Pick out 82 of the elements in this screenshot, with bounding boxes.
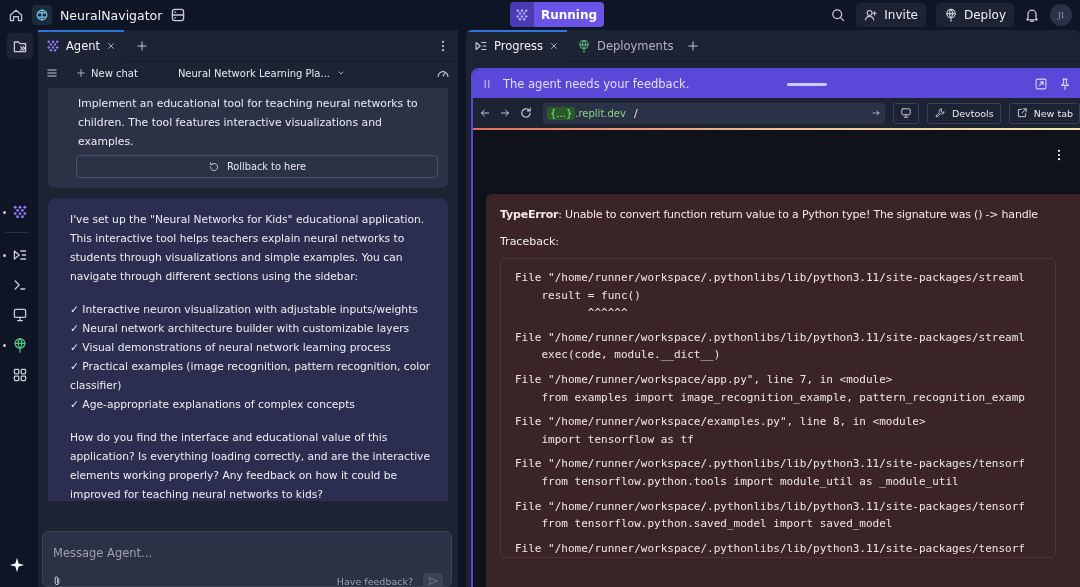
tab-label: Agent [66,38,101,53]
send-icon [427,575,439,587]
refresh-icon[interactable] [519,106,533,120]
code-line: File "/home/runner/workspace/.pythonlibs/lib/python3.11/site-packages/tensorf [515,456,1026,473]
agent-tab[interactable]: Agent [38,29,125,62]
panel-tab[interactable]: Deployments [569,30,682,62]
url-field[interactable]: {...} .replit.dev / [543,102,885,124]
code-line: File "/home/runner/workspace/.pythonlibs/lib/python3.11/site-packages/streaml [515,270,1026,286]
close-icon[interactable] [549,40,560,51]
devtools-button[interactable]: Devtools [926,102,1001,124]
rollback-icon [207,160,220,173]
feature-item: ✓ Neural network architecture builder with customizable layers [70,321,411,337]
globe-icon [943,8,958,22]
home-icon[interactable] [8,7,24,23]
run-button[interactable]: Running [534,2,605,27]
tab-label: Deployments [597,38,674,53]
message-input[interactable]: Message Agent... Have feedback? [42,531,452,587]
rail-button[interactable] [6,33,33,59]
code-line: from tensorflow.python.tools import module_util as _module_util [540,473,960,490]
app-name: NeuralNavigator [60,7,163,23]
pin-icon[interactable] [1058,77,1072,91]
screen-button[interactable] [892,102,919,124]
code-line: File "/home/runner/workspace/.pythonlibs/lib/python3.11/site-packages/tensorf [515,498,1026,515]
wrench-icon [933,107,946,119]
code-line: exec(code, module.__dict__) [540,347,722,364]
path-text: / [633,106,638,120]
banner-text: The agent needs your feedback. [503,77,690,91]
code-line: import tensorflow as tf [540,431,695,448]
forward-icon[interactable] [499,107,511,119]
bell-icon[interactable] [1024,7,1040,23]
feature-item: ✓ Visual demonstrations of neural network learning process [70,340,392,356]
close-icon[interactable] [106,40,117,51]
menu-icon[interactable] [46,67,58,79]
monitor-icon[interactable] [11,307,28,323]
dots-grid-icon[interactable] [11,204,28,220]
feature-item: ✓ Interactive neuron visualization with adjustable inputs/weights [70,302,419,318]
feature-item: ✓ Age-appropriate explanations of complex concepts [70,397,356,413]
expand-icon[interactable] [1034,77,1048,91]
error-message: TypeError: Unable to convert function return value to a Python type! The signature was () -> handle [500,208,1039,221]
invite-button[interactable]: Invite [856,3,926,27]
code-line: from tensorflow.python.saved_model import saved_model [540,516,894,533]
search-icon[interactable] [830,7,847,23]
person-plus-icon [864,8,879,22]
feature-item: ✓ Practical examples (image recognition, pattern recognition, color classifier) [70,359,432,394]
plus-icon[interactable] [136,39,149,52]
app-logo [32,5,52,25]
deploy-button[interactable]: Deploy [935,3,1014,27]
new-chat-button[interactable]: New chat [76,67,138,79]
newtab-button[interactable]: New tab [1008,102,1080,124]
code-line: File "/home/runner/workspace/.pythonlibs/lib/python3.11/site-packages/streaml [515,329,1026,346]
apps-icon[interactable] [11,367,28,383]
dots-grid-icon [46,38,60,53]
code-line: from examples import image_recognition_example, pattern_recognition_examp [540,389,1026,406]
feedback-link[interactable]: Have feedback? [336,575,413,587]
checkpoint-text: Implement an educational tool for teaching neural networks to children. The tool features interactive visualizations and examples. [78,96,419,150]
globe-icon [577,38,592,53]
sparkle-icon[interactable] [9,557,25,573]
progress-icon[interactable] [11,247,28,263]
code-line: File "/home/runner/workspace/examples.py", line 8, in <module> [515,414,927,431]
code-line: File "/home/runner/workspace/.pythonlibs/lib/python3.11/site-packages/tensorf [515,540,1026,557]
drag-handle[interactable] [786,82,827,86]
tab-label: Progress [494,38,544,53]
monitor-icon [899,107,912,119]
dots-grid-icon[interactable] [510,2,534,27]
code-line: File "/home/runner/workspace/app.py", line 7, in <module> [515,371,894,388]
plus-icon [76,68,86,78]
code-line: result = func() [540,287,642,304]
plus-icon[interactable] [687,39,700,52]
domain-text: .replit.dev [575,107,626,119]
folder-icon [11,38,28,54]
traceback-label: Traceback: [500,235,561,248]
host-chip: {...} [547,106,576,120]
server-icon[interactable] [170,7,187,23]
message-paragraph: I've set up the "Neural Networks for Kids" educational application. This interactive tool helps teachers explain neural networks to students through visualizations and simple examples. You can navigate through different sections using the sidebar: [70,212,426,285]
go-icon[interactable] [870,108,881,118]
rollback-button[interactable]: Rollback to here [76,155,438,178]
panel-tab[interactable]: Progress [466,30,568,62]
external-link-icon [1015,107,1028,119]
code-line: ^^^^^^ [586,305,629,322]
back-icon[interactable] [479,107,491,119]
chat-title-dropdown[interactable]: Neural Network Learning Pla... [177,67,347,79]
message-paragraph: How do you find the interface and educational value of this application? Is everything loading correctly, and are the interactive elements working properly? Any feedback on how it could be improved for teaching neural networks to kids? [70,430,431,501]
